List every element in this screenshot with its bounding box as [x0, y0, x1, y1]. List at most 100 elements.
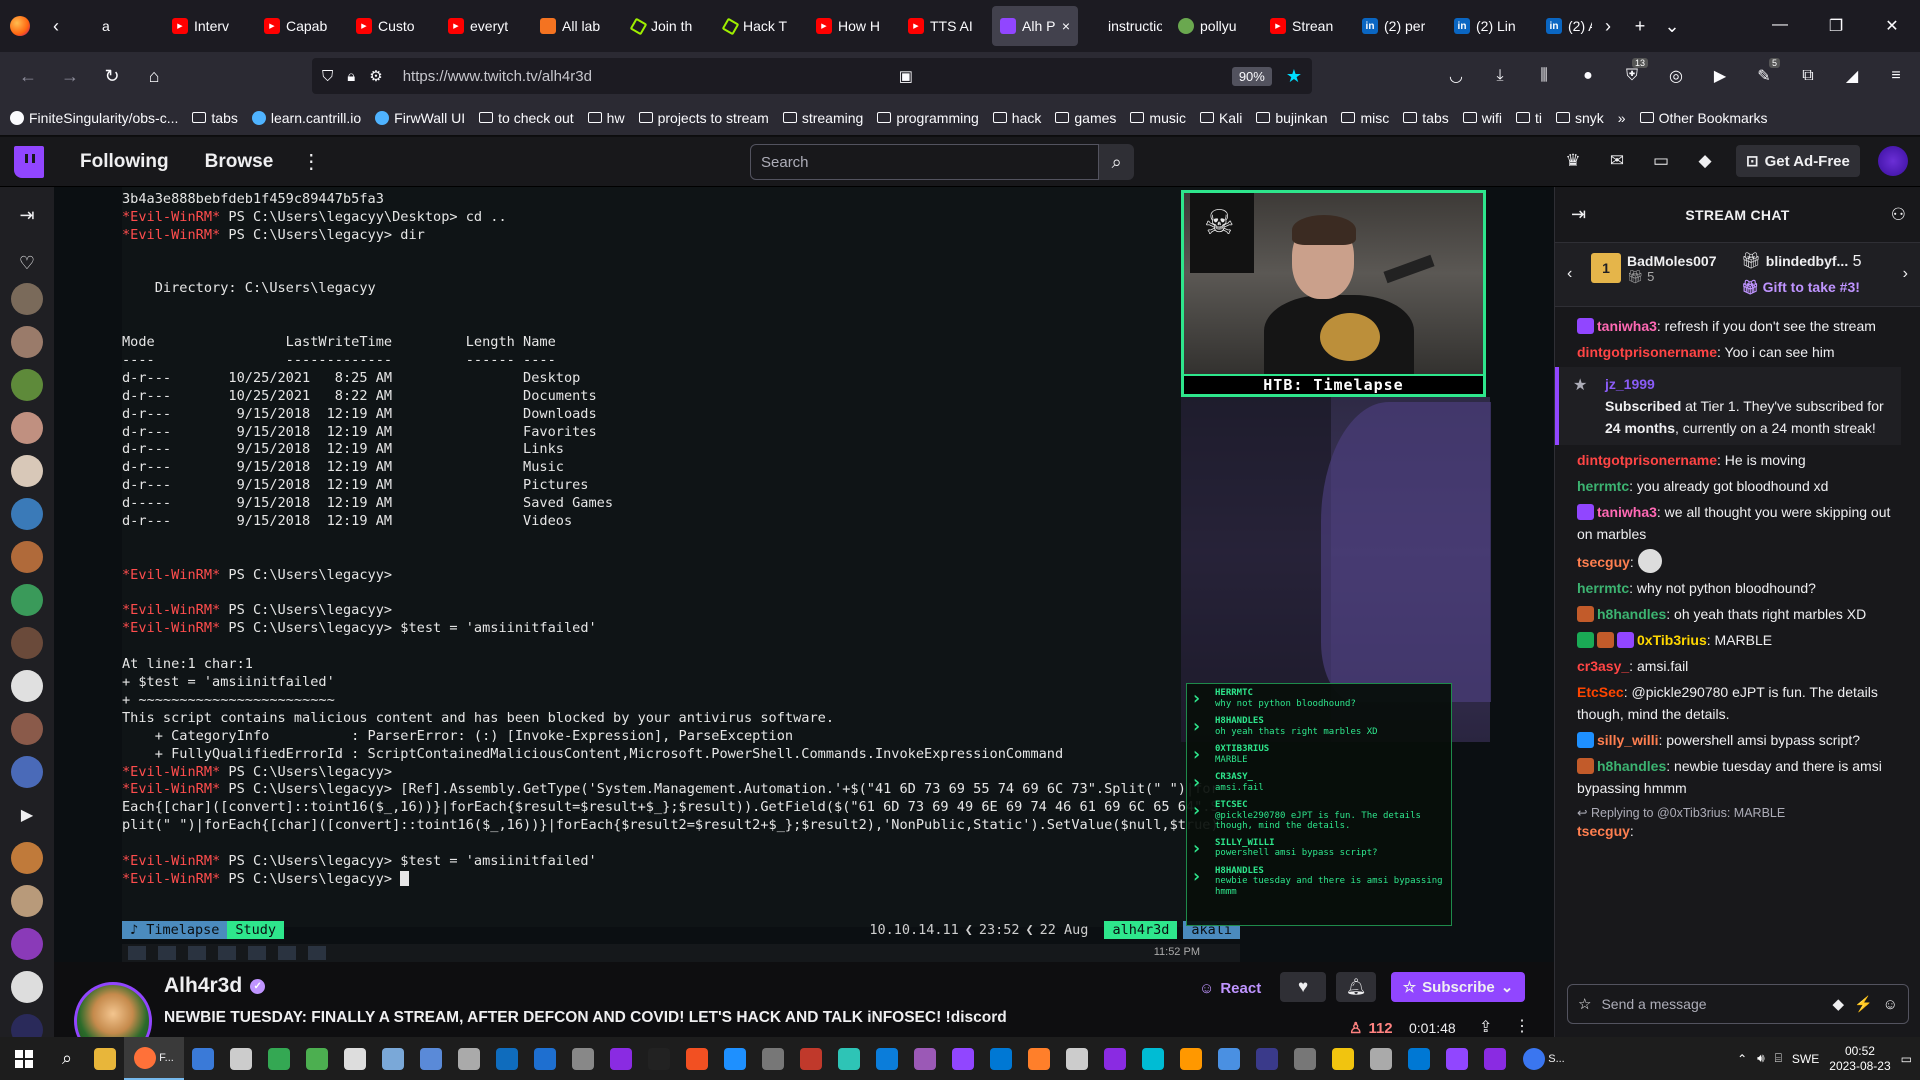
followed-channel-avatar[interactable] — [11, 455, 43, 487]
browser-tab[interactable]: instruction — [1078, 6, 1170, 46]
react-button[interactable]: ☺ React — [1199, 980, 1261, 997]
chat-badge-icon[interactable] — [1577, 732, 1594, 748]
chat-input[interactable] — [1601, 996, 1823, 1012]
bookmark-item[interactable]: tabs — [1403, 110, 1449, 126]
forward-icon[interactable]: → — [52, 58, 88, 94]
channel-name[interactable]: Alh4r3d — [164, 974, 242, 998]
back-icon[interactable]: ← — [10, 58, 46, 94]
app-taskbar-icon[interactable] — [298, 1037, 336, 1080]
app-taskbar-icon[interactable] — [830, 1037, 868, 1080]
chat-badge-icon[interactable] — [1617, 632, 1634, 648]
chat-badge-icon[interactable] — [1577, 318, 1594, 334]
bookmark-item[interactable]: to check out — [479, 110, 574, 126]
app-taskbar-icon[interactable] — [1438, 1037, 1476, 1080]
twitch-logo-icon[interactable] — [14, 145, 44, 178]
chat-username[interactable]: tsecguy — [1577, 554, 1630, 570]
leaderboard-next-icon[interactable]: › — [1903, 265, 1908, 283]
browser-tab[interactable]: in (2) Lin — [1446, 6, 1538, 46]
system-clock[interactable]: 00:52 2023-08-23 — [1829, 1044, 1890, 1074]
notifications-icon[interactable]: ▭ — [1901, 1052, 1912, 1066]
downloads-icon[interactable]: ⤓ — [1484, 60, 1516, 92]
close-tab-icon[interactable]: × — [1062, 18, 1070, 34]
volume-icon[interactable]: 🔊︎ — [1757, 1051, 1765, 1066]
bookmark-item[interactable]: tabs — [192, 110, 238, 126]
search-input[interactable] — [750, 144, 1100, 180]
chat-username[interactable]: herrmtc — [1577, 478, 1629, 494]
followed-channel-avatar[interactable] — [11, 369, 43, 401]
expand-sidebar-icon[interactable]: ⇥ — [0, 187, 54, 243]
restore-icon[interactable]: ❐ — [1808, 16, 1864, 36]
picture-in-picture-icon[interactable]: ▣ — [899, 67, 913, 85]
app-taskbar-icon[interactable] — [86, 1037, 124, 1080]
app-taskbar-icon[interactable] — [1134, 1037, 1172, 1080]
app-taskbar-icon[interactable] — [526, 1037, 564, 1080]
bookmark-item[interactable]: wifi — [1462, 110, 1502, 126]
library-icon[interactable]: ⫼ — [1528, 60, 1560, 92]
collapse-chat-icon[interactable]: ⇥ — [1571, 204, 1586, 225]
browser-tab[interactable]: Join th — [624, 6, 716, 46]
second-gifter-name[interactable]: blindedbyf... — [1766, 253, 1848, 269]
new-tab-icon[interactable]: + — [1624, 16, 1656, 37]
ublock-icon[interactable]: ⛨ 13 — [1616, 58, 1648, 92]
app-taskbar-icon[interactable] — [1096, 1037, 1134, 1080]
chat-username[interactable]: taniwha3 — [1597, 318, 1657, 334]
bookmark-item[interactable]: FiniteSingularity/obs-c... — [10, 110, 178, 126]
other-bookmarks[interactable]: Other Bookmarks — [1639, 110, 1768, 126]
url-text[interactable]: https://www.twitch.tv/alh4r3d — [403, 68, 592, 85]
browser-tab[interactable]: Capab — [256, 6, 348, 46]
whispers-icon[interactable]: ▭ — [1648, 151, 1674, 171]
pencil-extension-icon[interactable]: ✎ 5 — [1748, 58, 1780, 92]
chat-username[interactable]: cr3asy_ — [1577, 658, 1629, 674]
app-taskbar-icon[interactable] — [678, 1037, 716, 1080]
followed-channel-avatar[interactable] — [11, 842, 43, 874]
subscribe-button[interactable]: ☆ Subscribe ⌄ — [1391, 972, 1525, 1002]
app-taskbar-icon[interactable] — [1400, 1037, 1438, 1080]
nav-browse[interactable]: Browse — [205, 151, 274, 173]
followed-channel-avatar[interactable] — [11, 627, 43, 659]
followed-channel-avatar[interactable] — [11, 541, 43, 573]
lock-icon[interactable]: 🔒︎ — [347, 68, 355, 85]
chat-username[interactable]: silly_willi — [1597, 732, 1658, 748]
chat-badge-icon[interactable] — [1577, 606, 1594, 622]
top-gifter-name[interactable]: BadMoles007 — [1627, 253, 1716, 269]
bookmark-item[interactable]: programming — [877, 110, 979, 126]
crown-icon[interactable]: ♛ — [1560, 151, 1586, 171]
app-taskbar-icon[interactable] — [412, 1037, 450, 1080]
chat-username[interactable]: dintgotprisonername — [1577, 344, 1717, 360]
app-taskbar-icon[interactable] — [602, 1037, 640, 1080]
app-taskbar-icon[interactable] — [1210, 1037, 1248, 1080]
nav-following[interactable]: Following — [80, 151, 169, 173]
bookmark-item[interactable]: hack — [992, 110, 1041, 126]
signal-taskbar-icon[interactable]: S... — [1514, 1037, 1574, 1080]
follow-heart-button[interactable]: ♥ — [1280, 972, 1326, 1002]
followed-channel-avatar[interactable] — [11, 584, 43, 616]
chat-username[interactable]: 0xTib3rius — [1637, 632, 1707, 648]
bits-icon[interactable]: ◆ — [1692, 151, 1718, 171]
app-taskbar-icon[interactable] — [1362, 1037, 1400, 1080]
zoom-level[interactable]: 90% — [1231, 66, 1272, 86]
app-taskbar-icon[interactable] — [906, 1037, 944, 1080]
chat-settings-icon[interactable]: ☆ — [1578, 995, 1591, 1013]
hype-icon[interactable]: ⚡ — [1854, 995, 1873, 1013]
chat-username[interactable]: jz_1999 — [1605, 373, 1901, 395]
followed-channel-avatar[interactable] — [11, 412, 43, 444]
profile-avatar[interactable] — [1877, 146, 1908, 176]
browser-tab[interactable]: a — [72, 6, 164, 46]
followed-channel-avatar[interactable] — [11, 498, 43, 530]
chat-username[interactable]: tsecguy — [1577, 823, 1630, 839]
browser-tab[interactable]: All lab — [532, 6, 624, 46]
search-taskbar-icon[interactable]: ⌕ — [48, 1037, 86, 1080]
app-taskbar-icon[interactable] — [450, 1037, 488, 1080]
app-taskbar-icon[interactable] — [1248, 1037, 1286, 1080]
inbox-icon[interactable]: ✉ — [1604, 151, 1630, 171]
bookmark-item[interactable]: misc — [1341, 110, 1389, 126]
browser-tab[interactable]: in (2) Ap — [1538, 6, 1592, 46]
browser-tab[interactable]: How H — [808, 6, 900, 46]
chat-username[interactable]: h8handles — [1597, 758, 1666, 774]
share-extension-icon[interactable]: ◢ — [1836, 60, 1868, 92]
browser-tab[interactable]: Hack T — [716, 6, 808, 46]
browser-tab[interactable]: Strean — [1262, 6, 1354, 46]
followed-channel-avatar[interactable] — [11, 971, 43, 1003]
chat-username[interactable]: taniwha3 — [1597, 504, 1657, 520]
more-options-icon[interactable]: ⋮ — [1514, 1016, 1530, 1036]
